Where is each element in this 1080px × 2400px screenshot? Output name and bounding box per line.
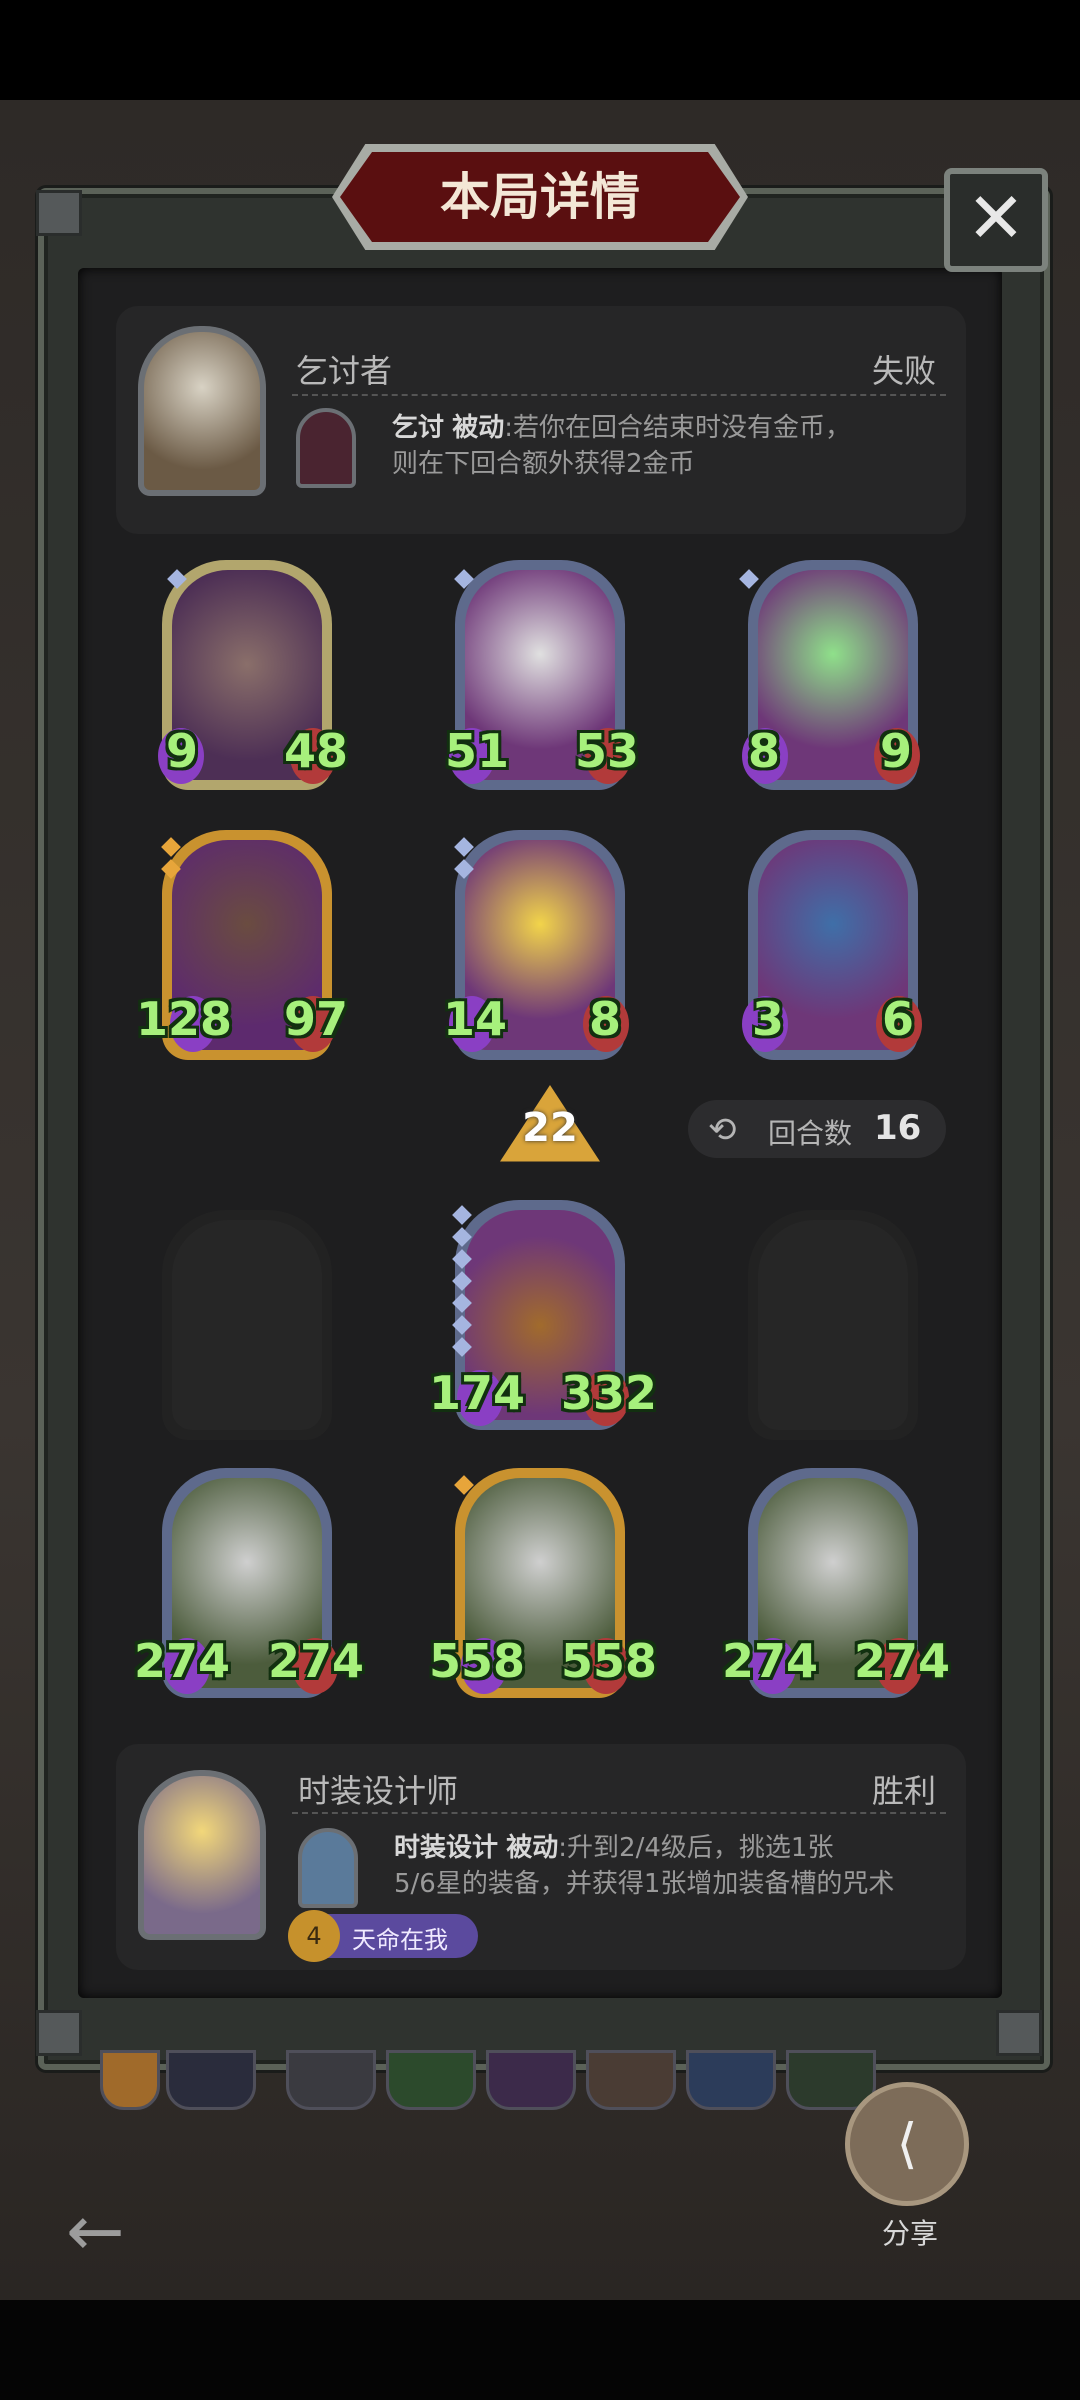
card-health: 48 xyxy=(284,724,349,778)
card-health: 97 xyxy=(284,992,349,1046)
share-icon: ⟨ xyxy=(896,2112,918,2175)
share-button[interactable]: ⟨ xyxy=(845,2082,969,2206)
skill-name: 时装设计 xyxy=(394,1833,499,1863)
buff-label: 天命在我 xyxy=(352,1926,448,1954)
card-attack: 51 xyxy=(445,724,510,778)
buff-level-icon: 4 xyxy=(288,1910,340,1962)
player-skill: 时装设计 被动:升到2/4级后，挑选1张 5/6星的装备，并获得1张增加装备槽的… xyxy=(394,1830,954,1902)
skill-icon[interactable] xyxy=(298,1828,358,1908)
card-attack: 558 xyxy=(429,1634,526,1688)
card-health: 9 xyxy=(880,724,913,778)
empty-slot xyxy=(748,1210,918,1440)
frame-corner xyxy=(996,2010,1042,2056)
opponent-skill: 乞讨 被动:若你在回合结束时没有金币， 则在下回合额外获得2金币 xyxy=(392,410,952,482)
card-attack: 274 xyxy=(134,1634,231,1688)
opponent-result: 失败 xyxy=(871,352,936,390)
card-health: 558 xyxy=(561,1634,658,1688)
title-plate: 本局详情 xyxy=(332,144,748,250)
opponent-avatar[interactable] xyxy=(138,326,266,496)
player-name: 时装设计师 xyxy=(298,1772,459,1810)
skill-desc: 5/6星的装备，并获得1张增加装备槽的咒术 xyxy=(394,1869,895,1899)
opponent-card[interactable]: 9 48 xyxy=(158,560,348,790)
skill-type: 被动 xyxy=(506,1833,559,1863)
opponent-card[interactable]: 3 6 xyxy=(742,830,922,1060)
bottom-bar xyxy=(0,2300,1080,2400)
rounds-value: 16 xyxy=(874,1108,922,1148)
card-attack: 128 xyxy=(136,992,233,1046)
card-attack: 174 xyxy=(429,1366,526,1420)
empty-slot xyxy=(162,1210,332,1440)
card-attack: 9 xyxy=(166,724,199,778)
opponent-card[interactable]: 128 97 xyxy=(136,830,348,1060)
rank-badge: 22 xyxy=(500,1085,600,1175)
frame-corner xyxy=(36,190,82,236)
card-attack: 14 xyxy=(443,992,508,1046)
rounds-pill: ⟲ 回合数 16 xyxy=(688,1100,946,1158)
divider xyxy=(292,394,946,396)
skill-desc: :若你在回合结束时没有金币， xyxy=(504,413,852,443)
opponent-card[interactable]: 14 8 xyxy=(443,830,629,1060)
opponent-card[interactable]: 8 9 xyxy=(739,560,920,790)
card-health: 274 xyxy=(854,1634,951,1688)
card-attack: 8 xyxy=(748,724,781,778)
card-attack: 274 xyxy=(722,1634,819,1688)
rounds-label: 回合数 xyxy=(768,1117,853,1150)
player-avatar[interactable] xyxy=(138,1770,266,1940)
skill-name: 乞讨 xyxy=(392,413,445,443)
close-button[interactable]: ✕ xyxy=(944,168,1048,272)
player-card[interactable]: 274 274 xyxy=(134,1468,364,1698)
divider xyxy=(292,1812,946,1814)
player-result: 胜利 xyxy=(871,1772,936,1810)
page-title: 本局详情 xyxy=(440,168,640,226)
card-health: 8 xyxy=(589,992,622,1046)
close-icon: ✕ xyxy=(966,177,1026,259)
card-attack: 3 xyxy=(752,992,785,1046)
player-panel: 时装设计师 胜利 时装设计 被动:升到2/4级后，挑选1张 5/6星的装备，并获… xyxy=(116,1744,966,1970)
back-arrow-icon[interactable]: ← xyxy=(66,2190,125,2272)
skill-type: 被动 xyxy=(452,413,505,443)
card-health: 6 xyxy=(882,992,915,1046)
top-bar xyxy=(0,0,1080,110)
skill-icon[interactable] xyxy=(296,408,356,488)
destiny-buff-tag[interactable]: 4 天命在我 xyxy=(288,1910,478,1962)
card-health: 274 xyxy=(268,1634,365,1688)
frame-corner xyxy=(36,2010,82,2056)
player-card[interactable]: 558 558 xyxy=(429,1468,657,1698)
rank-value: 22 xyxy=(522,1105,578,1151)
refresh-icon: ⟲ xyxy=(708,1110,737,1150)
player-hero-card[interactable]: 174 332 xyxy=(429,1200,657,1430)
skill-desc: :升到2/4级后，挑选1张 xyxy=(558,1833,834,1863)
card-health: 53 xyxy=(575,724,640,778)
card-health: 332 xyxy=(561,1366,658,1420)
player-card[interactable]: 274 274 xyxy=(722,1468,950,1698)
opponent-panel: 乞讨者 失败 乞讨 被动:若你在回合结束时没有金币， 则在下回合额外获得2金币 xyxy=(116,306,966,534)
share-label: 分享 xyxy=(881,2217,938,2250)
lineup-strip xyxy=(100,2050,960,2110)
opponent-card[interactable]: 51 53 xyxy=(445,560,639,790)
opponent-name: 乞讨者 xyxy=(296,352,393,390)
skill-desc: 则在下回合额外获得2金币 xyxy=(392,449,695,479)
